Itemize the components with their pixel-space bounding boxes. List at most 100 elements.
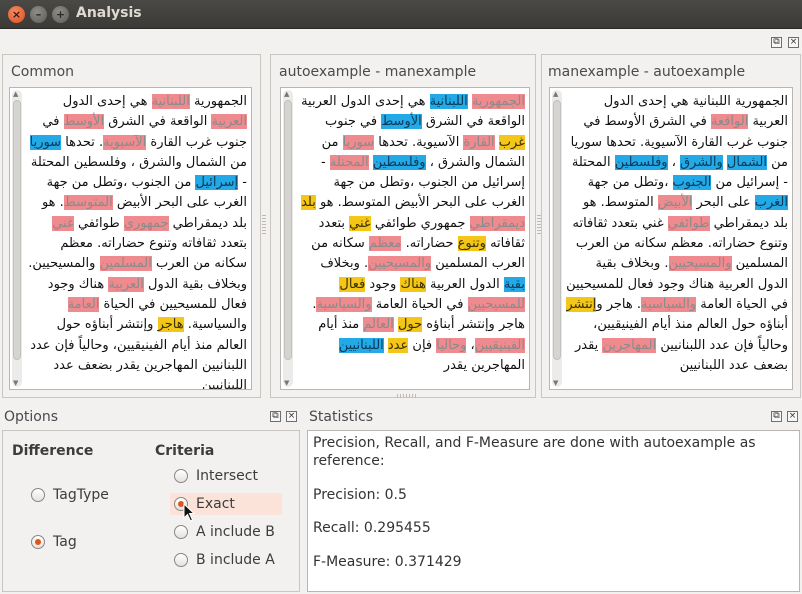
pane-title: manexample - autoexample [548,64,746,80]
highlighted-token: سوريا [342,134,375,150]
radio-b-include-a[interactable]: B include A [174,552,275,568]
annotated-text: الجمهورية اللبنانية هي إحدى الدول العربي… [566,92,788,389]
vertical-scrollbar[interactable]: ▲ ▼ [552,90,562,387]
highlighted-token: غني [52,215,74,231]
pane-text-area[interactable]: ▲ ▼ الجمهورية اللبنانية هي إحدى الدول العر… [9,87,252,390]
highlighted-token: العالم [363,317,394,333]
highlighted-token: بلد [301,195,316,211]
highlighted-token: وحاليا [436,337,467,353]
highlighted-token: والمسيحيين [668,256,732,272]
pane-text-area[interactable]: ▲ ▼ الجمهورية اللبنانية هي إحدى الدول العر… [280,87,530,390]
close-icon: × [789,37,798,47]
highlighted-token: القارة [463,134,495,150]
highlighted-token: للمسيحيين [467,296,525,312]
radio-tagtype[interactable]: TagType [31,487,109,503]
highlighted-token: المسلمين [99,256,152,272]
radio-button[interactable] [174,469,188,483]
splitter-handle[interactable] [537,215,541,235]
highlighted-token: ديمقراطي [469,215,525,231]
radio-intersect[interactable]: Intersect [174,468,258,484]
scrollbar-thumb[interactable] [553,100,561,360]
radio-button[interactable] [174,553,188,567]
statistics-close-button[interactable]: × [787,411,798,422]
highlighted-token: حول [397,317,423,333]
dock-close-button[interactable]: × [788,37,799,48]
options-float-button[interactable]: ⧉ [270,411,281,422]
highlighted-token: الواقعة [710,114,749,130]
highlighted-token: بقية [503,276,525,292]
text-run: الواقعة في الشرق [104,114,212,130]
highlighted-token: الغرب [754,195,788,211]
highlighted-token: الفينيقيين [474,337,525,353]
splitter-handle[interactable] [397,394,417,398]
stats-intro-line2: reference: [313,453,385,469]
dock-float-button[interactable]: ⧉ [771,37,782,48]
text-run: . تحدها [61,134,104,150]
highlighted-token: الأبيض [657,195,693,211]
scroll-down-icon[interactable]: ▼ [13,379,18,387]
text-run: منذ أيام [318,317,364,333]
statistics-float-button[interactable]: ⧉ [771,411,782,422]
window-maximize-button[interactable]: + [52,6,69,23]
scroll-up-icon[interactable]: ▲ [553,90,558,98]
radio-button[interactable] [31,488,45,502]
highlighted-token: والمسيحيين [368,256,432,272]
text-run: طوائفي [73,215,124,231]
scrollbar-thumb[interactable] [13,100,21,360]
splitter-handle[interactable] [262,215,266,235]
close-icon: × [788,411,797,421]
radio-button[interactable] [31,535,45,549]
radio-button[interactable] [174,525,188,539]
annotated-text: الجمهورية اللبنانية هي إحدى الدول العربي… [297,92,525,389]
highlighted-token: غني [349,215,371,231]
highlighted-token: وفلسطين [372,154,426,170]
scroll-down-icon[interactable]: ▼ [284,379,289,387]
text-run: . هاجر و [596,296,642,312]
highlighted-token: الأوسط [381,114,422,130]
minimize-icon: – [35,8,42,21]
annotated-text: الجمهورية اللبنانية هي إحدى الدول العربي… [26,92,247,389]
text-run: الآسيوية. تحدها [374,134,464,150]
radio-tag[interactable]: Tag [31,534,77,550]
text-run: الجمهورية [189,94,247,109]
window-close-button[interactable]: × [8,6,25,23]
window-title: Analysis [76,5,142,21]
highlighted-token: وفلسطين [614,154,668,170]
scroll-up-icon[interactable]: ▲ [284,90,289,98]
scroll-up-icon[interactable]: ▲ [13,90,18,98]
text-run: ، [667,154,681,170]
float-icon: ⧉ [272,411,279,421]
highlighted-token: العربية [108,276,144,292]
text-run: هي إحدى الدول [62,94,152,109]
highlighted-token: العربية [211,114,247,130]
criteria-label: Criteria [155,443,215,459]
vertical-scrollbar[interactable]: ▲ ▼ [283,90,293,387]
text-run: جمهوري طوائفي [370,215,470,231]
highlighted-token: الآسيوية [103,134,147,150]
stats-recall: Recall: 0.295455 [313,520,431,536]
scrollbar-thumb[interactable] [284,100,292,360]
radio-label: Exact [196,496,235,512]
highlighted-token: اللبنانيين [338,337,384,353]
text-run: . وبخلاف [320,256,369,272]
pane-title: Common [11,64,75,80]
window-minimize-button[interactable]: – [30,6,47,23]
pane-text-area[interactable]: ▲ ▼ الجمهورية اللبنانية هي إحدى الدول العر… [549,87,793,390]
highlighted-token: هناك [400,276,426,292]
text-run: الدول العربية [425,276,504,292]
text-run: ،وتطل من جهة [587,175,673,191]
window-titlebar: × – + Analysis [0,0,802,29]
statistics-text[interactable]: Precision, Recall, and F-Measure are don… [307,430,800,592]
float-icon: ⧉ [773,411,780,421]
text-run: في الحياة العامة [371,296,468,312]
options-close-button[interactable]: × [286,411,297,422]
vertical-scrollbar[interactable]: ▲ ▼ [12,90,22,387]
highlighted-token: الأوسط [63,114,105,130]
highlighted-token: سوريا [29,134,62,150]
scroll-down-icon[interactable]: ▼ [553,379,558,387]
text-run: وجود [365,276,401,292]
radio-a-include-b[interactable]: A include B [174,524,275,540]
pane-title: autoexample - manexample [279,64,477,80]
radio-label: TagType [53,487,109,503]
highlighted-token: الشمال [726,154,767,170]
